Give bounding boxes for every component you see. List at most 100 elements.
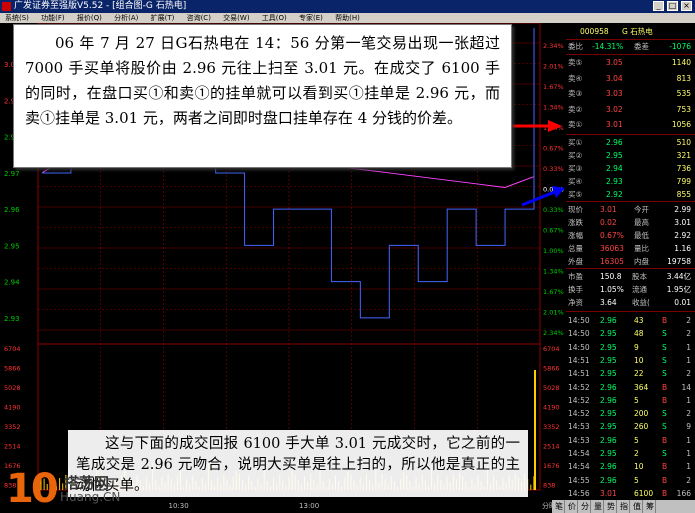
tick-time: 14:52 [568, 382, 590, 392]
volume-label: 5866 [543, 365, 560, 373]
stat-row[interactable]: 净资 3.64 收益(0.01 [566, 296, 695, 309]
ask-price: 3.05 [606, 58, 623, 67]
tick-row[interactable]: 14:50 2.95 48 S 2 [566, 327, 695, 340]
tick-count: 1 [686, 449, 691, 458]
stat-row[interactable]: 换手 1.05% 流通 1.95亿 [566, 283, 695, 296]
volume-label: 5866 [4, 365, 21, 373]
ask-label: 卖① [568, 120, 583, 129]
stock-header: 000958 G 石热电 [566, 25, 695, 38]
tick-row[interactable]: 14:54 2.96 10 B 1 [566, 460, 695, 473]
volume-label: 3352 [4, 423, 21, 431]
tab-1[interactable]: 价 [567, 500, 578, 513]
menu-tools[interactable]: 工具(O) [262, 14, 287, 22]
stat-row[interactable]: 外盘 16305 内盘 19758 [566, 255, 695, 268]
tab-5[interactable]: 指 [619, 500, 630, 513]
tick-row[interactable]: 14:54 2.95 2 S 1 [566, 447, 695, 460]
stat-row[interactable]: 涨幅 0.67% 最低 2.92 [566, 229, 695, 242]
tick-row[interactable]: 14:51 2.95 10 S 1 [566, 354, 695, 367]
bid-price: 2.94 [606, 164, 623, 173]
app-logo-icon [2, 2, 11, 11]
tab-7[interactable]: 筹 [645, 500, 656, 513]
webi-value: -14.31% [592, 42, 624, 51]
tick-time: 14:51 [568, 369, 590, 379]
tab-6[interactable]: 值 [632, 500, 643, 513]
time-label: 10:30 [169, 502, 189, 510]
ask-volume: 1056 [671, 120, 691, 129]
tick-time: 14:50 [568, 316, 590, 325]
menu-consult[interactable]: 咨询(C) [187, 14, 211, 22]
menu-trade[interactable]: 交易(W) [223, 14, 249, 22]
bid-row[interactable]: 买④ 2.93 799 [566, 175, 695, 188]
tick-time: 14:54 [568, 449, 590, 458]
stat-value: 3.64 [600, 298, 617, 307]
tick-price: 2.95 [600, 355, 617, 365]
stat-value: 0.67% [600, 231, 624, 240]
tab-4[interactable]: 势 [606, 500, 617, 513]
tick-volume: 48 [634, 329, 644, 339]
bid-row[interactable]: 买⑤ 2.92 855 [566, 188, 695, 201]
stat-value: 3.01 [600, 205, 617, 214]
tick-volume: 10 [634, 462, 644, 472]
tick-row[interactable]: 14:53 2.95 260 S 9 [566, 420, 695, 433]
webi-row: 委比 -14.31% 委差 -1076 [568, 42, 691, 51]
tick-side: S [662, 355, 667, 365]
tab-2[interactable]: 分 [580, 500, 591, 513]
tick-row[interactable]: 14:50 2.96 43 B 2 [566, 314, 695, 327]
tab-3[interactable]: 量 [593, 500, 604, 513]
stat-value: 0.01 [674, 298, 691, 307]
bid-price: 2.96 [606, 138, 623, 147]
ask-row[interactable]: 卖④ 3.04 813 [566, 72, 695, 85]
tick-side: S [662, 422, 667, 432]
tick-row[interactable]: 14:53 2.96 5 B 1 [566, 434, 695, 447]
tick-side: S [662, 449, 667, 458]
close-button[interactable]: × [681, 1, 692, 11]
ask-row[interactable]: 卖⑤ 3.05 1140 [566, 56, 695, 69]
tick-row[interactable]: 14:55 2.96 5 B 2 [566, 474, 695, 487]
stat-row[interactable]: 涨跌 0.02 最高 3.01 [566, 216, 695, 229]
percent-label: 2.01% [543, 309, 564, 317]
site-watermark: 10 搭荡网 Huang.CN [2, 468, 122, 510]
tick-row[interactable]: 14:51 2.95 22 S 2 [566, 367, 695, 380]
tab-0[interactable]: 笔 [554, 500, 565, 513]
stat-row[interactable]: 现价 3.01 今开 2.99 [566, 203, 695, 216]
stat-value: 16305 [600, 257, 624, 266]
tick-row[interactable]: 14:50 2.95 9 S 1 [566, 341, 695, 354]
tick-row[interactable]: 14:52 2.96 5 B 1 [566, 394, 695, 407]
stat-value: 2.92 [674, 231, 691, 240]
ask-label: 卖⑤ [568, 58, 583, 67]
tick-row[interactable]: 14:52 2.96 364 B 14 [566, 381, 695, 394]
tick-time: 14:56 [568, 488, 590, 498]
tick-row[interactable]: 14:52 2.95 200 S 2 [566, 407, 695, 420]
percent-label: 0.33% [543, 165, 564, 173]
menu-help[interactable]: 帮助(H) [335, 14, 360, 22]
menu-expert[interactable]: 专家(E) [299, 14, 323, 22]
ask-row[interactable]: 卖③ 3.03 535 [566, 87, 695, 100]
tick-price: 2.96 [600, 462, 617, 472]
menu-analysis[interactable]: 分析(A) [114, 14, 138, 22]
menu-system[interactable]: 系统(S) [5, 14, 29, 22]
ask-row[interactable]: 卖② 3.02 753 [566, 103, 695, 116]
ask-price: 3.03 [606, 89, 623, 98]
minimize-button[interactable]: _ [653, 1, 664, 11]
menu-extend[interactable]: 扩展(T) [151, 14, 175, 22]
stat-label: 最低 [634, 231, 649, 240]
price-label: 2.95 [4, 242, 20, 250]
bid-row[interactable]: 买① 2.96 510 [566, 136, 695, 149]
ask-label: 卖④ [568, 73, 583, 83]
ask-row[interactable]: 卖① 3.01 1056 [566, 118, 695, 131]
tick-row[interactable]: 14:56 3.01 6100 B 166 [566, 487, 695, 500]
stat-row[interactable]: 市盈 150.8 股本 3.44亿 [566, 270, 695, 283]
tick-volume: 10 [634, 355, 644, 365]
tick-count: 9 [686, 422, 691, 432]
ask-price: 3.01 [606, 120, 623, 129]
menu-quote[interactable]: 报价(Q) [77, 14, 102, 22]
menu-function[interactable]: 功能(F) [41, 14, 65, 22]
bid-row[interactable]: 买③ 2.94 736 [566, 162, 695, 175]
percent-label: 2.01% [543, 63, 564, 71]
tick-time: 14:53 [568, 422, 590, 432]
price-label: 2.93 [4, 315, 20, 323]
bid-row[interactable]: 买② 2.95 321 [566, 149, 695, 162]
maximize-button[interactable]: □ [667, 1, 678, 11]
percent-label: 2.34% [543, 329, 564, 337]
stat-row[interactable]: 总量 36063 量比 1.16 [566, 242, 695, 255]
